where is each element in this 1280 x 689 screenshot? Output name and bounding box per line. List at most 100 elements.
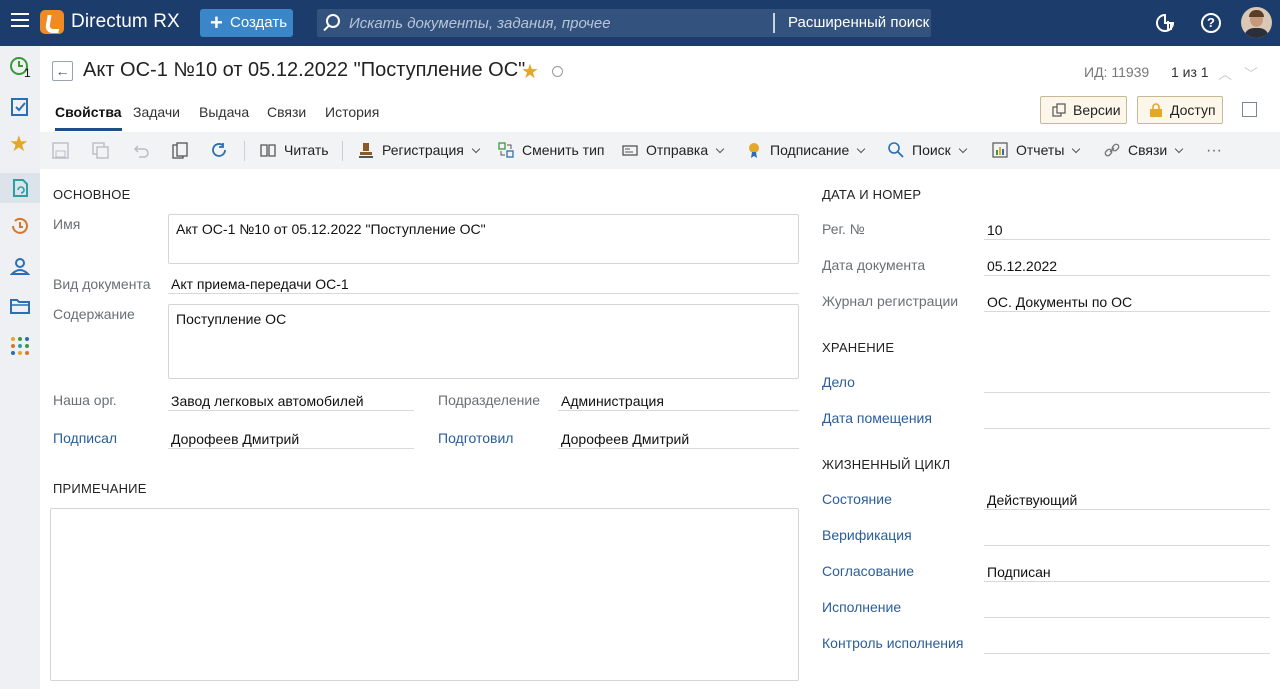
access-label: Доступ xyxy=(1170,102,1216,118)
read-button[interactable]: Читать xyxy=(260,132,329,169)
prev-icon[interactable]: ︿ xyxy=(1218,64,1232,84)
tasks-icon[interactable] xyxy=(10,96,30,116)
envelope-icon xyxy=(622,145,638,156)
open-window-icon[interactable] xyxy=(1242,102,1257,117)
field-underline xyxy=(984,275,1270,276)
save-icon[interactable] xyxy=(52,142,69,159)
magnifier-icon xyxy=(888,142,904,158)
signed-label[interactable]: Подписал xyxy=(53,430,117,446)
more-icon[interactable]: ··· xyxy=(1206,132,1222,169)
execution-label[interactable]: Исполнение xyxy=(822,599,901,615)
favorite-star-icon[interactable]: ★ xyxy=(521,59,539,84)
tab-issuance[interactable]: Выдача xyxy=(199,97,249,131)
reg-no-field[interactable]: 10 xyxy=(984,222,1003,238)
menu-icon[interactable] xyxy=(11,13,29,31)
signing-label: Подписание xyxy=(770,142,850,158)
field-underline xyxy=(984,239,1270,240)
dept-field[interactable]: Администрация xyxy=(558,393,664,409)
apps-icon[interactable] xyxy=(10,336,30,356)
case-label[interactable]: Дело xyxy=(822,374,855,390)
doc-date-field[interactable]: 05.12.2022 xyxy=(984,258,1057,274)
next-icon[interactable]: ﹀ xyxy=(1244,64,1258,84)
journal-field[interactable]: ОС. Документы по ОС xyxy=(984,294,1132,310)
search-box: Расширенный поиск xyxy=(317,9,931,37)
folder-icon[interactable] xyxy=(10,296,30,316)
placement-date-label[interactable]: Дата помещения xyxy=(822,410,932,426)
refresh-icon[interactable] xyxy=(211,142,228,159)
doc-kind-label: Вид документа xyxy=(53,276,151,292)
sidebar-badge: 1 xyxy=(24,66,31,80)
send-label: Отправка xyxy=(646,142,709,158)
field-underline xyxy=(984,392,1270,393)
search-icon[interactable] xyxy=(326,14,340,28)
prepared-label[interactable]: Подготовил xyxy=(438,430,513,446)
save-close-icon[interactable] xyxy=(92,142,109,159)
field-underline xyxy=(984,581,1270,582)
name-label: Имя xyxy=(53,216,81,232)
reports-label: Отчеты xyxy=(1016,142,1065,158)
toolbar: Читать Регистрация Сменить тип Отправка … xyxy=(40,132,1280,169)
prepared-field[interactable]: Дорофеев Дмитрий xyxy=(558,431,689,447)
doc-kind-field[interactable]: Акт приема-передачи ОС-1 xyxy=(168,276,349,292)
change-type-label: Сменить тип xyxy=(522,142,605,158)
search-label: Поиск xyxy=(912,142,951,158)
section-date-number: ДАТА И НОМЕР xyxy=(822,187,922,202)
tab-properties[interactable]: Свойства xyxy=(55,97,122,131)
app-name: Directum RX xyxy=(71,11,180,32)
read-label: Читать xyxy=(284,142,329,158)
field-underline xyxy=(168,448,414,449)
access-button[interactable]: Доступ xyxy=(1137,96,1223,124)
search-button[interactable]: Поиск xyxy=(888,132,968,169)
create-label: Создать xyxy=(230,14,288,31)
undo-icon[interactable] xyxy=(132,142,149,159)
approval-label[interactable]: Согласование xyxy=(822,563,914,579)
org-field[interactable]: Завод легковых автомобилей xyxy=(168,393,364,409)
field-underline xyxy=(984,311,1270,312)
status-circle-icon xyxy=(552,66,563,77)
send-button[interactable]: Отправка xyxy=(622,132,725,169)
toolbar-separator xyxy=(342,141,343,161)
registration-button[interactable]: Регистрация xyxy=(358,132,481,169)
versions-icon xyxy=(1052,103,1066,117)
name-field[interactable]: Акт ОС-1 №10 от 05.12.2022 "Поступление … xyxy=(168,214,799,264)
field-underline xyxy=(984,428,1270,429)
execution-control-label[interactable]: Контроль исполнения xyxy=(822,635,963,651)
history-icon[interactable] xyxy=(10,216,30,236)
section-note: ПРИМЕЧАНИЕ xyxy=(53,481,147,496)
user-icon[interactable] xyxy=(10,256,30,276)
field-underline xyxy=(984,509,1270,510)
versions-label: Версии xyxy=(1073,102,1121,118)
state-label[interactable]: Состояние xyxy=(822,491,892,507)
create-button[interactable]: + Создать xyxy=(200,9,293,37)
versions-button[interactable]: Версии xyxy=(1040,96,1127,124)
help-icon[interactable]: ? xyxy=(1201,13,1221,33)
signing-button[interactable]: Подписание xyxy=(746,132,866,169)
copy-icon[interactable] xyxy=(172,142,189,159)
sidebar-item-documents[interactable] xyxy=(0,173,40,203)
tab-links[interactable]: Связи xyxy=(267,97,306,131)
back-button[interactable]: ← xyxy=(52,61,73,81)
approval-field[interactable]: Подписан xyxy=(984,564,1051,580)
field-underline xyxy=(168,410,414,411)
signed-field[interactable]: Дорофеев Дмитрий xyxy=(168,431,299,447)
verification-label[interactable]: Верификация xyxy=(822,527,912,543)
reports-button[interactable]: Отчеты xyxy=(992,132,1081,169)
search-input[interactable] xyxy=(349,9,769,37)
favorites-icon[interactable]: ★ xyxy=(9,133,29,155)
content-field[interactable]: Поступление ОС xyxy=(168,304,799,379)
avatar[interactable] xyxy=(1241,7,1272,38)
doc-date-label: Дата документа xyxy=(822,257,926,273)
change-type-button[interactable]: Сменить тип xyxy=(498,132,604,169)
notifications-chart-icon[interactable] xyxy=(1155,13,1175,33)
chevron-down-icon xyxy=(471,144,481,154)
search-separator xyxy=(773,13,775,33)
link-icon xyxy=(1104,143,1120,157)
state-field[interactable]: Действующий xyxy=(984,492,1077,508)
tab-tasks[interactable]: Задачи xyxy=(133,97,180,131)
note-field[interactable] xyxy=(50,508,799,681)
advanced-search-button[interactable]: Расширенный поиск xyxy=(788,9,929,37)
documents-icon xyxy=(13,179,28,197)
dept-label: Подразделение xyxy=(438,392,541,408)
links-button[interactable]: Связи xyxy=(1104,132,1184,169)
tab-history[interactable]: История xyxy=(325,97,379,131)
